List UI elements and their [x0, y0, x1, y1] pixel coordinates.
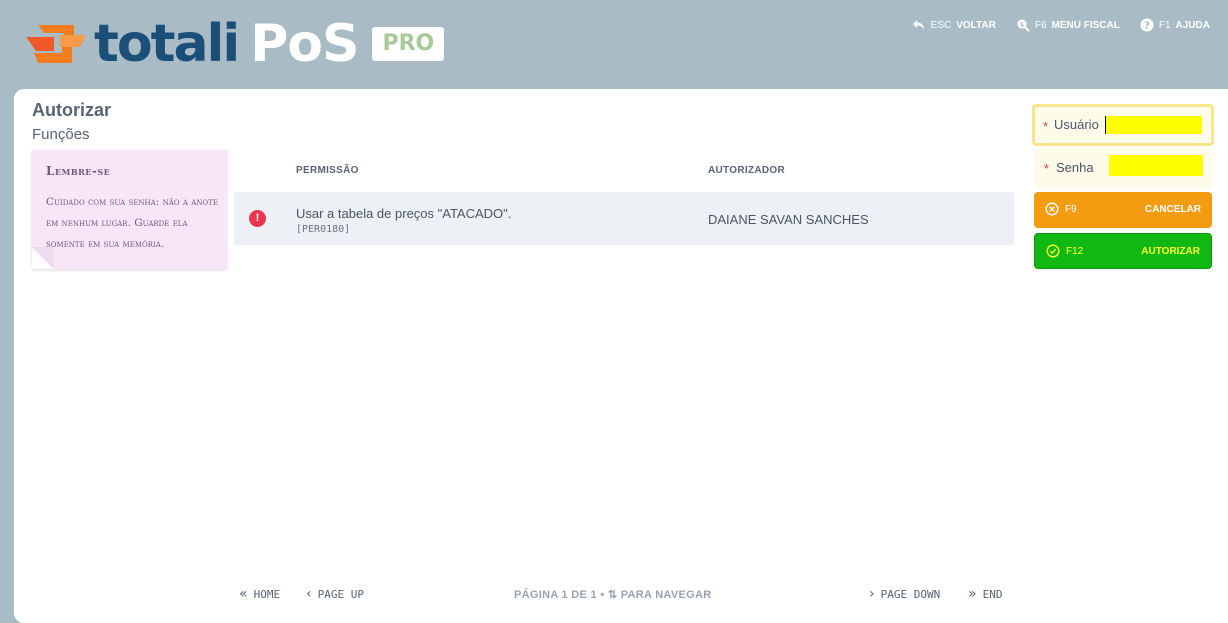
- cancel-button[interactable]: F9 CANCELAR: [1034, 192, 1212, 228]
- password-label: Senha: [1056, 160, 1094, 175]
- required-mark: *: [1043, 119, 1049, 134]
- end-nav[interactable]: » END: [968, 586, 1002, 602]
- end-label: END: [982, 587, 1003, 601]
- home-nav[interactable]: « HOME: [239, 586, 280, 602]
- cancel-label: CANCELAR: [1144, 204, 1201, 215]
- back-action[interactable]: ESC VOLTAR: [912, 18, 996, 32]
- close-circle-icon: [1045, 202, 1059, 216]
- page-down-nav[interactable]: › PAGE DOWN: [869, 586, 940, 602]
- note-fold: [32, 247, 54, 269]
- cancel-key: F9: [1065, 204, 1077, 215]
- top-actions: ESC VOLTAR $ F6 MENU FISCAL ? F1 AJUDA: [912, 18, 1210, 32]
- search-dollar-icon: $: [1017, 19, 1030, 32]
- page-up-nav[interactable]: ‹ PAGE UP: [306, 586, 364, 602]
- logo-pro-badge: PRO: [372, 26, 445, 62]
- help-label: AJUDA: [1175, 19, 1210, 31]
- reminder-note: Lembre-se Cuidado com sua senha: não a a…: [32, 150, 227, 269]
- authorize-label: AUTORIZAR: [1141, 246, 1200, 257]
- password-field: * Senha: [1034, 148, 1212, 188]
- svg-text:$: $: [1020, 21, 1024, 28]
- user-label: Usuário: [1054, 117, 1099, 132]
- pagination-info: PÁGINA 1 DE 1 • ⇅ PARA NAVEGAR: [514, 589, 712, 601]
- required-mark: *: [1044, 161, 1050, 176]
- logo-wordmark: totali: [94, 14, 240, 74]
- svg-text:?: ?: [1144, 21, 1150, 32]
- fiscal-label: MENU FISCAL: [1051, 19, 1120, 31]
- help-key: F1: [1158, 19, 1171, 31]
- column-permission: PERMISSÃO: [296, 165, 359, 176]
- fiscal-key: F6: [1034, 19, 1047, 31]
- user-input[interactable]: [1105, 116, 1202, 134]
- authorizer-name: DAIANE SAVAN SANCHES: [708, 212, 869, 227]
- page-down-label: PAGE DOWN: [880, 587, 941, 601]
- password-input[interactable]: [1109, 155, 1203, 176]
- alert-icon: !: [249, 210, 266, 227]
- chevron-right-icon: ›: [869, 586, 875, 602]
- help-action[interactable]: ? F1 AJUDA: [1140, 18, 1210, 32]
- page-up-label: PAGE UP: [317, 587, 364, 601]
- user-field: * Usuário: [1032, 104, 1214, 146]
- double-chevron-right-icon: »: [968, 586, 977, 602]
- note-title: Lembre-se: [46, 164, 111, 178]
- authorize-key: F12: [1066, 246, 1084, 257]
- double-chevron-left-icon: «: [239, 586, 248, 602]
- permission-code: [PER0180]: [296, 224, 351, 235]
- help-icon: ?: [1140, 18, 1154, 32]
- chevron-left-icon: ‹: [306, 586, 312, 602]
- pagination-footer: « HOME ‹ PAGE UP PÁGINA 1 DE 1 • ⇅ PARA …: [0, 586, 1228, 606]
- table-row[interactable]: ! Usar a tabela de preços "ATACADO". [PE…: [234, 192, 1014, 245]
- table-header: PERMISSÃO AUTORIZADOR: [234, 165, 1014, 185]
- page-subtitle: Funções: [32, 126, 90, 143]
- back-key: ESC: [930, 19, 952, 31]
- app-header: totali PoS PRO ESC VOLTAR $ F6 MENU FISC…: [0, 0, 1228, 90]
- logo-mark-icon: [16, 21, 90, 67]
- logo-pos: PoS: [250, 14, 359, 74]
- app-logo: totali PoS PRO: [16, 14, 445, 74]
- page-title: Autorizar: [32, 100, 112, 120]
- back-label: VOLTAR: [956, 19, 996, 31]
- home-label: HOME: [253, 587, 281, 601]
- authorize-button[interactable]: F12 AUTORIZAR: [1034, 233, 1212, 269]
- permission-text: Usar a tabela de preços "ATACADO".: [296, 206, 512, 221]
- undo-icon: [912, 20, 924, 30]
- check-circle-icon: [1046, 244, 1060, 258]
- column-authorizer: AUTORIZADOR: [708, 165, 786, 176]
- note-text: Cuidado com sua senha: não a anote em ne…: [46, 196, 218, 250]
- fiscal-menu-action[interactable]: $ F6 MENU FISCAL: [1016, 18, 1120, 32]
